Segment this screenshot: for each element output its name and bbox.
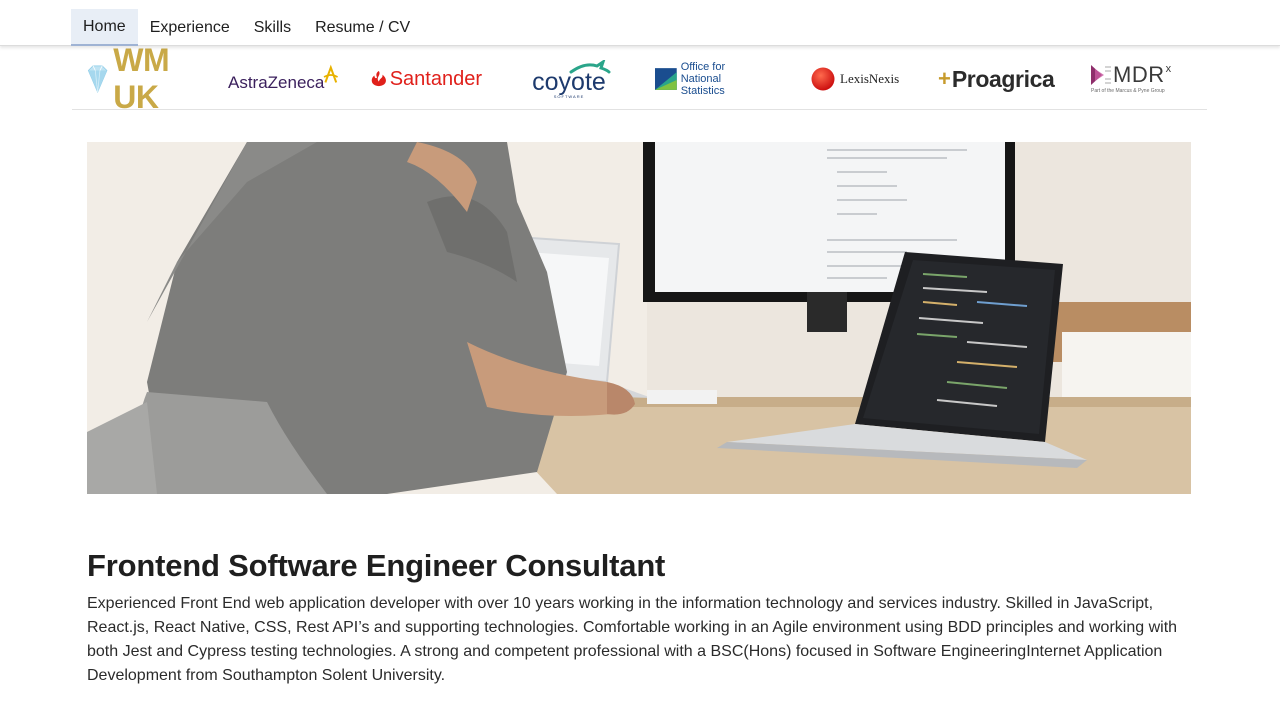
logo-coyote-text: coyote — [532, 67, 606, 96]
lexisnexis-sphere-icon — [811, 67, 835, 91]
logo-ons-text: Office for National Statistics — [681, 61, 767, 97]
logo-astrazeneca: AstraZeneca — [228, 50, 340, 108]
santander-flame-icon — [371, 71, 386, 87]
logo-mdrx-sup: x — [1165, 63, 1172, 75]
logo-lexisnexis-text: LexisNexis — [840, 71, 900, 86]
logo-proagrica-text: Proagrica — [951, 65, 1055, 92]
logo-santander-text: Santander — [389, 67, 482, 90]
logo-coyote-subtext: SOFTWARE — [553, 93, 585, 99]
logo-wm-uk: WM UK — [86, 42, 198, 115]
logo-mdrx-row: MDR x — [1091, 62, 1172, 87]
logo-mdrx-text: MDR — [1113, 62, 1165, 87]
logo-proagrica: + Proagrica — [938, 50, 1055, 108]
logo-santander: Santander — [370, 50, 482, 108]
top-navbar: Home Experience Skills Resume / CV — [0, 0, 1280, 46]
logo-mdrx: MDR x Part of the Marcus & Pyne Group — [1091, 50, 1183, 108]
nav-skills[interactable]: Skills — [242, 9, 303, 46]
astrazeneca-symbol-icon — [323, 64, 339, 83]
profile-description: Experienced Front End web application de… — [87, 595, 1178, 684]
mdrx-ribbon-icon — [1091, 65, 1111, 85]
photo-person-at-desk-icon — [87, 142, 1191, 494]
hero-image — [87, 142, 1191, 494]
nav-links: Home Experience Skills Resume / CV — [71, 9, 422, 46]
page-title: Frontend Software Engineer Consultant — [87, 548, 666, 583]
nav-experience[interactable]: Experience — [138, 9, 242, 46]
proagrica-plus-icon: + — [938, 66, 951, 91]
ons-mark-icon — [655, 68, 677, 90]
client-logos-strip: WM UK AstraZeneca Santander coyote SOFTW… — [72, 42, 1207, 115]
logo-ons-line1: Office for — [680, 61, 726, 73]
logo-wm-uk-text: WM UK — [113, 42, 170, 115]
logo-office-for-national-statistics: Office for National Statistics — [655, 50, 767, 108]
logo-astrazeneca-text: AstraZeneca — [228, 73, 325, 92]
logo-mdrx-subtext: Part of the Marcus & Pyne Group — [1091, 88, 1165, 94]
nav-resume-cv[interactable]: Resume / CV — [303, 9, 422, 46]
logo-coyote: coyote SOFTWARE — [526, 50, 612, 108]
logo-lexisnexis: LexisNexis — [811, 50, 907, 108]
logo-ons-line2: National Statistics — [680, 73, 725, 97]
diamond-icon — [87, 65, 108, 94]
nav-home[interactable]: Home — [71, 9, 138, 46]
